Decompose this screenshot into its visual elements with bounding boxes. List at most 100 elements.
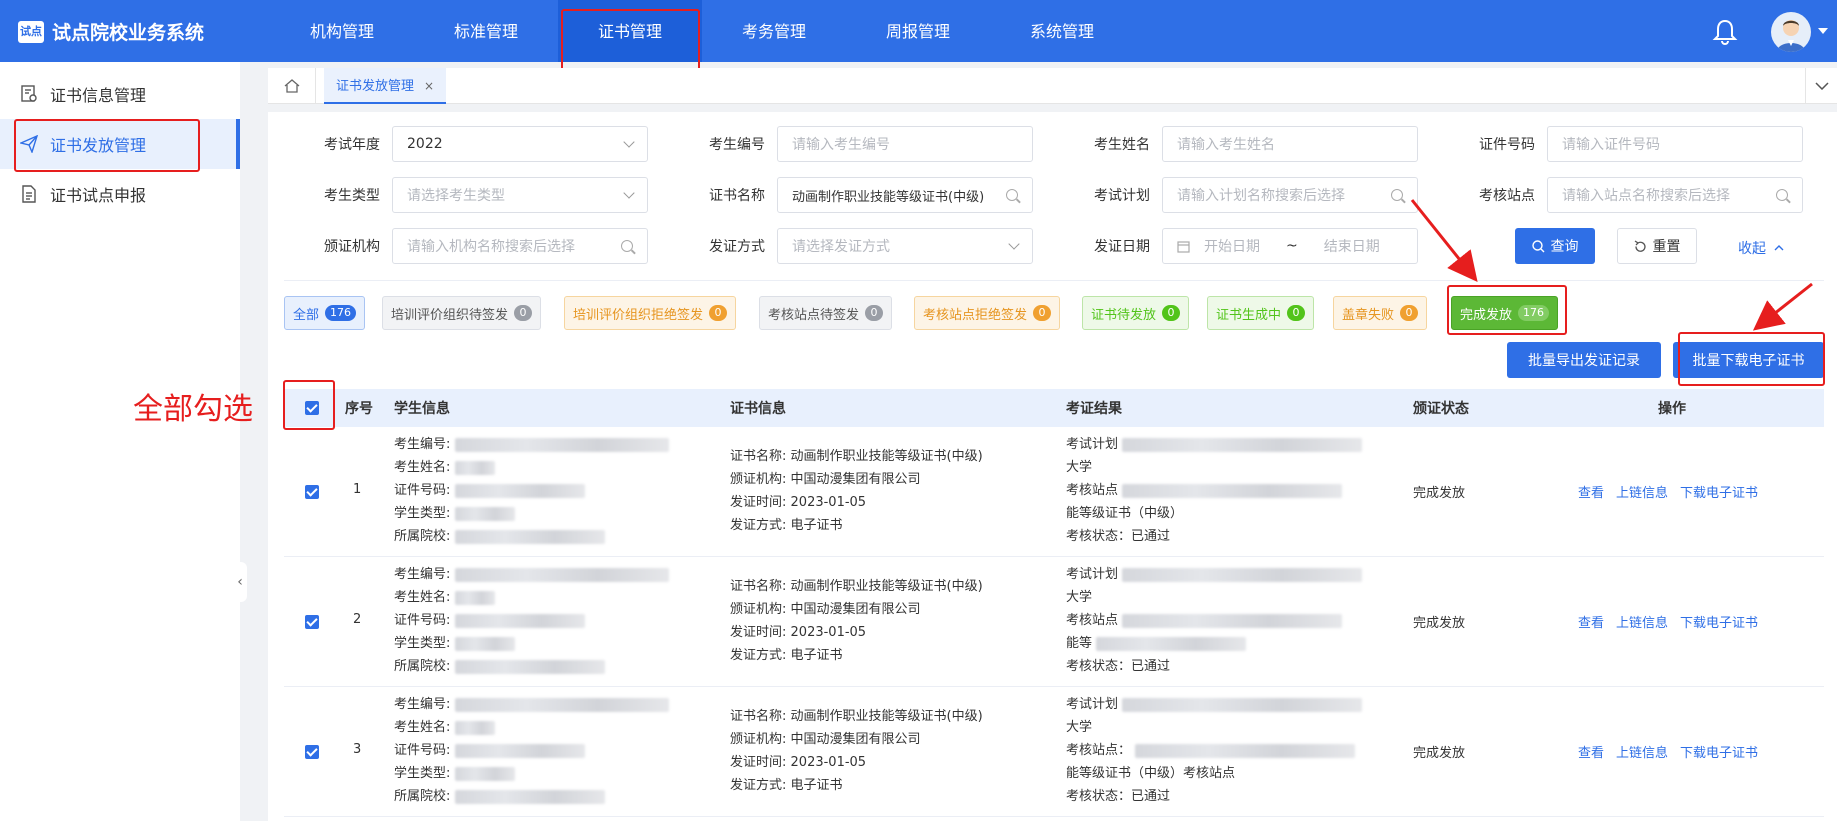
field-label: 发证方式: xyxy=(730,648,787,663)
date-start-placeholder: 开始日期 xyxy=(1204,239,1260,255)
nav-system-management[interactable]: 系统管理 xyxy=(990,0,1134,62)
collapse-filters-link[interactable]: 收起 xyxy=(1738,238,1784,258)
issuing-org-input[interactable]: 请输入机构名称搜索后选择 xyxy=(392,228,648,264)
view-link[interactable]: 查看 xyxy=(1578,612,1604,631)
blurred-value xyxy=(454,743,585,758)
sidebar-item-cert-info[interactable]: 证书信息管理 xyxy=(0,69,240,119)
certificate-name: 动画制作职业技能等级证书(中级) xyxy=(790,709,983,724)
result-text: 考核站点 xyxy=(1066,483,1119,498)
batch-export-button[interactable]: 批量导出发证记录 xyxy=(1507,342,1661,378)
status-tab-label: 证书生成中 xyxy=(1216,307,1282,323)
exam-year-select[interactable]: 2022 xyxy=(392,126,648,162)
sidebar-item-label: 证书发放管理 xyxy=(50,136,147,155)
result-text: 大学 xyxy=(1066,720,1093,735)
result-text: 考试计划 xyxy=(1066,697,1119,712)
tab-cert-issue[interactable]: 证书发放管理 × xyxy=(324,68,447,104)
status-tab-seal-failed[interactable]: 盖章失败 0 xyxy=(1333,296,1428,330)
exam-site-input[interactable]: 请输入站点名称搜索后选择 xyxy=(1547,177,1803,213)
notification-bell-icon[interactable] xyxy=(1712,18,1738,46)
status-tab-generating[interactable]: 证书生成中 0 xyxy=(1207,296,1315,330)
student-name-input[interactable]: 请输入考生姓名 xyxy=(1162,126,1418,162)
field-label: 发证方式: xyxy=(730,778,787,793)
field-label: 证书名称: xyxy=(730,449,787,464)
issue-date-range[interactable]: 开始日期 ~ 结束日期 xyxy=(1162,228,1418,264)
result-text: 能等级证书（中级） xyxy=(1066,506,1184,521)
field-label: 考生姓名: xyxy=(394,590,451,605)
filter-label: 发证方式 xyxy=(709,239,765,255)
status-tab-label: 完成发放 xyxy=(1460,307,1513,323)
blurred-value xyxy=(1122,613,1343,628)
status-tab-all[interactable]: 全部 176 xyxy=(284,296,366,330)
status-tab-site-rejected[interactable]: 考核站点拒绝签发 0 xyxy=(914,296,1061,330)
date-separator: ~ xyxy=(1286,238,1298,254)
result-text: 考核状态：已通过 xyxy=(1066,789,1171,804)
filter-label: 发证日期 xyxy=(1094,239,1150,255)
sidebar: 证书信息管理 证书发放管理 证书试点申报 ‹ xyxy=(0,62,247,821)
blurred-value xyxy=(454,483,585,498)
status-tab-site-pending[interactable]: 考核站点待签发 0 xyxy=(759,296,893,330)
search-button[interactable]: 查询 xyxy=(1515,228,1595,264)
nav-certificate-management[interactable]: 证书管理 xyxy=(558,0,702,62)
home-tab[interactable] xyxy=(268,68,316,104)
field-label: 所属院校: xyxy=(394,789,451,804)
filter-label: 颁证机构 xyxy=(324,239,380,255)
issue-method: 电子证书 xyxy=(790,778,843,793)
batch-export-label: 批量导出发证记录 xyxy=(1528,353,1640,369)
sidebar-item-cert-pilot[interactable]: 证书试点申报 xyxy=(0,169,240,219)
blurred-value xyxy=(454,567,669,582)
exam-result-cell: 考试计划 大学 考核站点 能等 考核状态：已通过 xyxy=(1066,563,1363,678)
placeholder: 请输入计划名称搜索后选择 xyxy=(1177,188,1345,204)
view-link[interactable]: 查看 xyxy=(1578,742,1604,761)
certificate-name-input[interactable]: 动画制作职业技能等级证书(中级) xyxy=(777,177,1033,213)
app-logo[interactable]: 试点 试点院校业务系统 xyxy=(18,18,204,45)
status-tab-label: 培训评价组织拒绝签发 xyxy=(573,307,704,323)
row-checkbox[interactable] xyxy=(305,615,319,629)
reset-button[interactable]: 重置 xyxy=(1617,228,1697,264)
tabs-dropdown[interactable] xyxy=(1805,68,1837,104)
status-tab-org-pending[interactable]: 培训评价组织待签发 0 xyxy=(382,296,542,330)
exam-number-input[interactable]: 请输入考生编号 xyxy=(777,126,1033,162)
chain-info-link[interactable]: 上链信息 xyxy=(1616,612,1668,631)
download-cert-link[interactable]: 下载电子证书 xyxy=(1680,482,1758,501)
id-number-input[interactable]: 请输入证件号码 xyxy=(1547,126,1803,162)
field-label: 发证时间: xyxy=(730,625,787,640)
sidebar-collapse-handle[interactable]: ‹ xyxy=(233,562,247,602)
certificate-name-value: 动画制作职业技能等级证书(中级) xyxy=(792,189,985,205)
chevron-down-icon xyxy=(623,136,635,148)
row-checkbox[interactable] xyxy=(305,485,319,499)
placeholder: 请输入证件号码 xyxy=(1562,137,1660,153)
chain-info-link[interactable]: 上链信息 xyxy=(1616,482,1668,501)
view-link[interactable]: 查看 xyxy=(1578,482,1604,501)
select-all-checkbox[interactable] xyxy=(305,401,319,415)
main-panel: 考试年度 2022 考生编号 请输入考生编号 考生姓名 请输入考生姓名 证件号码… xyxy=(268,112,1837,821)
field-label: 所属院校: xyxy=(394,529,451,544)
field-label: 学生类型: xyxy=(394,636,451,651)
nav-weekly-report-management[interactable]: 周报管理 xyxy=(846,0,990,62)
download-cert-link[interactable]: 下载电子证书 xyxy=(1680,612,1758,631)
field-label: 学生类型: xyxy=(394,506,451,521)
row-checkbox[interactable] xyxy=(305,745,319,759)
nav-org-management[interactable]: 机构管理 xyxy=(270,0,414,62)
batch-download-button[interactable]: 批量下载电子证书 xyxy=(1673,342,1824,378)
status-tab-org-rejected[interactable]: 培训评价组织拒绝签发 0 xyxy=(564,296,737,330)
student-type-select[interactable]: 请选择考生类型 xyxy=(392,177,648,213)
status-tab-completed[interactable]: 完成发放 176 xyxy=(1451,296,1559,330)
blurred-value xyxy=(454,613,585,628)
filter-label: 考试计划 xyxy=(1094,188,1150,204)
user-menu-caret-icon[interactable] xyxy=(1818,28,1828,34)
chain-info-link[interactable]: 上链信息 xyxy=(1616,742,1668,761)
download-cert-link[interactable]: 下载电子证书 xyxy=(1680,742,1758,761)
user-avatar[interactable] xyxy=(1771,12,1811,52)
issue-method-select[interactable]: 请选择发证方式 xyxy=(777,228,1033,264)
blurred-value xyxy=(454,437,669,452)
chevron-down-icon xyxy=(623,187,635,199)
sidebar-item-label: 证书试点申报 xyxy=(50,186,147,205)
close-icon[interactable]: × xyxy=(424,79,434,93)
status-tab-to-issue[interactable]: 证书待发放 0 xyxy=(1082,296,1190,330)
sidebar-item-cert-issue[interactable]: 证书发放管理 xyxy=(0,119,240,169)
certificate-info-cell: 证书名称: 动画制作职业技能等级证书(中级) 颁证机构: 中国动漫集团有限公司 … xyxy=(730,445,983,537)
nav-exam-management[interactable]: 考务管理 xyxy=(702,0,846,62)
nav-standard-management[interactable]: 标准管理 xyxy=(414,0,558,62)
exam-plan-input[interactable]: 请输入计划名称搜索后选择 xyxy=(1162,177,1418,213)
reset-icon xyxy=(1634,239,1646,252)
